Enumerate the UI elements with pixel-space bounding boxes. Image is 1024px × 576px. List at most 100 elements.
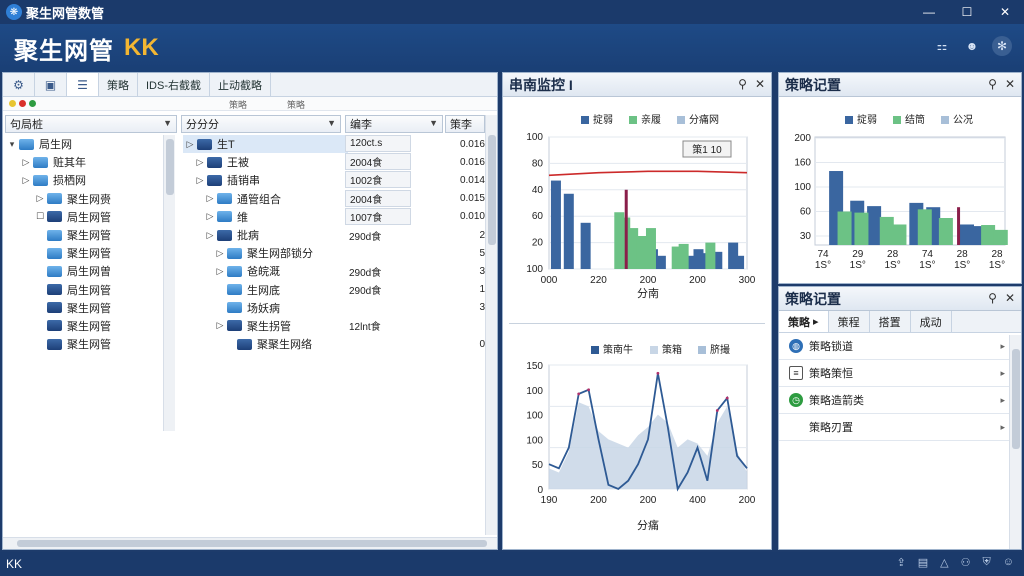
network-icon[interactable]: ⚙	[3, 73, 35, 96]
expander-icon[interactable]: ▷	[203, 211, 217, 222]
expander-icon[interactable]: ▷	[203, 193, 217, 204]
tab-strategy[interactable]: 策略	[99, 73, 138, 96]
expander-icon[interactable]: ▷	[213, 248, 227, 259]
strategy-item[interactable]: ◷ 策略造箭类 ▸	[779, 387, 1021, 414]
tab-ids[interactable]: IDS-右截截	[138, 73, 210, 96]
tree-node[interactable]: 聚生网管	[5, 226, 177, 244]
tree-node[interactable]: 局生网管	[5, 281, 177, 299]
tree-node[interactable]: 生网底	[183, 281, 348, 299]
y-tick-label: 200	[794, 133, 811, 144]
tree-node[interactable]: ▷ 聚生拐管	[183, 317, 348, 335]
tab-strategy[interactable]: 策略 ▸	[779, 311, 829, 332]
expander-icon[interactable]: ▷	[203, 230, 217, 241]
expander-icon[interactable]: ☐	[33, 211, 47, 222]
expander-icon[interactable]: ▷	[193, 175, 207, 186]
legend-swatch	[893, 116, 901, 124]
tree-node[interactable]: ▷ 王被	[183, 153, 348, 171]
pin-icon[interactable]: ⚲	[988, 291, 997, 305]
expander-icon[interactable]: ▾	[5, 139, 19, 150]
tree-node[interactable]: ▷ 维	[183, 208, 348, 226]
legend-label: 结筒	[905, 113, 925, 126]
pin-icon[interactable]: ⚲	[738, 77, 747, 91]
strategy-item[interactable]: ◍ 策略锁道 ▸	[779, 333, 1021, 360]
tree-node[interactable]: ▷ 批病	[183, 226, 348, 244]
expander-icon[interactable]: ▷	[19, 175, 33, 186]
tree-node[interactable]: 场妖病	[183, 299, 348, 317]
tab-settings[interactable]: 搭置	[870, 311, 911, 332]
list-icon[interactable]: ☰	[67, 73, 99, 96]
alert-icon[interactable]: △	[940, 556, 948, 569]
close-icon[interactable]: ✕	[1005, 291, 1015, 305]
user-icon[interactable]: ☻	[962, 36, 982, 56]
policy-cell: 0.014	[459, 174, 485, 186]
tree-node[interactable]: ▾ 局生网	[5, 135, 177, 153]
tree-node[interactable]: ▷ 插销串	[183, 171, 348, 189]
expander-icon[interactable]: ▷	[193, 157, 207, 168]
right-scrollbar[interactable]	[485, 115, 497, 535]
tree-node[interactable]: 聚聚生网络	[183, 335, 348, 353]
tree-node[interactable]: ▷ 通管组合	[183, 190, 348, 208]
device-icon[interactable]: ▣	[35, 73, 67, 96]
code-column: 120ct.s 2004食 1002食 2004食 1007食 290d食 290d食 290…	[345, 135, 411, 353]
tree-node[interactable]: ▷ 赃其年	[5, 153, 177, 171]
tab-action[interactable]: 成动	[911, 311, 952, 332]
user-icon[interactable]: ☺	[1003, 556, 1014, 569]
expander-icon[interactable]: ▷	[19, 157, 33, 168]
folder-icon	[47, 193, 62, 205]
horizontal-scrollbar[interactable]	[3, 537, 497, 549]
expander-icon[interactable]: ▷	[213, 320, 227, 331]
x-tick-label: 28	[887, 249, 899, 260]
strategy-scrollbar[interactable]	[1009, 335, 1021, 549]
legend-swatch	[941, 116, 949, 124]
strategy-chart-panel: 策略记置 ⚲ ✕ 掟弱 结筒 公况 200 160 100 60 30 74 1S° 29 1S° 28 1…	[778, 72, 1022, 284]
tree-node[interactable]: 聚生网管	[5, 244, 177, 262]
column-header-code[interactable]: 编李 ▼	[345, 115, 443, 133]
folder-icon	[47, 338, 62, 350]
folder-icon	[207, 156, 222, 168]
tree-node[interactable]: ▷ 损栖网	[5, 171, 177, 189]
code-cell: 290d食	[349, 286, 382, 298]
close-icon[interactable]: ✕	[755, 77, 765, 91]
tree-node[interactable]: ▷ 爸皖溉	[183, 262, 348, 280]
bar	[892, 224, 907, 245]
document-icon: ≡	[789, 366, 803, 380]
tree-node[interactable]: 局生网曽	[5, 262, 177, 280]
upload-icon[interactable]: ⇪	[897, 556, 906, 569]
chart-icon[interactable]: ⚏	[932, 36, 952, 56]
close-button[interactable]: ✕	[986, 0, 1024, 24]
expander-icon[interactable]: ▷	[183, 139, 197, 150]
tree-node[interactable]: 聚生网管	[5, 317, 177, 335]
pin-icon[interactable]: ⚲	[988, 77, 997, 91]
tab-stop[interactable]: 止动截略	[210, 73, 271, 96]
x-tick-label: 200	[590, 495, 607, 506]
settings-icon[interactable]: ✻	[992, 36, 1012, 56]
tree-node-label: 局生网曽	[67, 266, 111, 279]
close-icon[interactable]: ✕	[1005, 77, 1015, 91]
tree-scrollbar[interactable]	[163, 135, 175, 431]
chevron-right-icon: ▸	[1000, 340, 1005, 351]
minimize-button[interactable]: —	[910, 0, 948, 24]
tree-node[interactable]: ▷ 聚生网赍	[5, 190, 177, 208]
column-header-tree[interactable]: 句局桩 ▼	[5, 115, 177, 133]
tree-node[interactable]: ▷ 聚生网部锁分	[183, 244, 348, 262]
tree-node[interactable]: ▷ 生T	[183, 135, 348, 154]
strategy-item[interactable]: 策略刃置 ▸	[779, 414, 1021, 441]
tree-node[interactable]: 聚生网管	[5, 299, 177, 317]
strategy-item[interactable]: ≡ 策略策恒 ▸	[779, 360, 1021, 387]
expander-icon[interactable]: ▷	[33, 193, 47, 204]
sub-label-2: 策略	[287, 100, 306, 110]
y-tick-label: 100	[526, 386, 543, 397]
expander-icon[interactable]: ▷	[213, 266, 227, 277]
maximize-button[interactable]: ☐	[948, 0, 986, 24]
monitor-panel: 串南监控 I ⚲ ✕ 掟弱 亲履 分痛网 100 80 40 60 20 100 000 220 200…	[502, 72, 772, 550]
folder-icon	[227, 284, 242, 296]
bottom-area-chart: 策南牛 策箱 脐撮150100100100500190 200 200 400 200分痛	[526, 343, 755, 532]
column-header-group[interactable]: 分分分 ▼	[181, 115, 341, 133]
tree-node[interactable]: 聚生网管	[5, 335, 177, 353]
tab-process[interactable]: 策程	[829, 311, 870, 332]
tree-node[interactable]: ☐ 局生网管	[5, 208, 177, 226]
column-header-policy[interactable]: 策李	[445, 115, 485, 133]
shield-icon[interactable]: ⛨	[983, 556, 991, 569]
monitor-icon[interactable]: ▤	[918, 556, 928, 569]
network-icon[interactable]: ⚇	[961, 556, 971, 569]
